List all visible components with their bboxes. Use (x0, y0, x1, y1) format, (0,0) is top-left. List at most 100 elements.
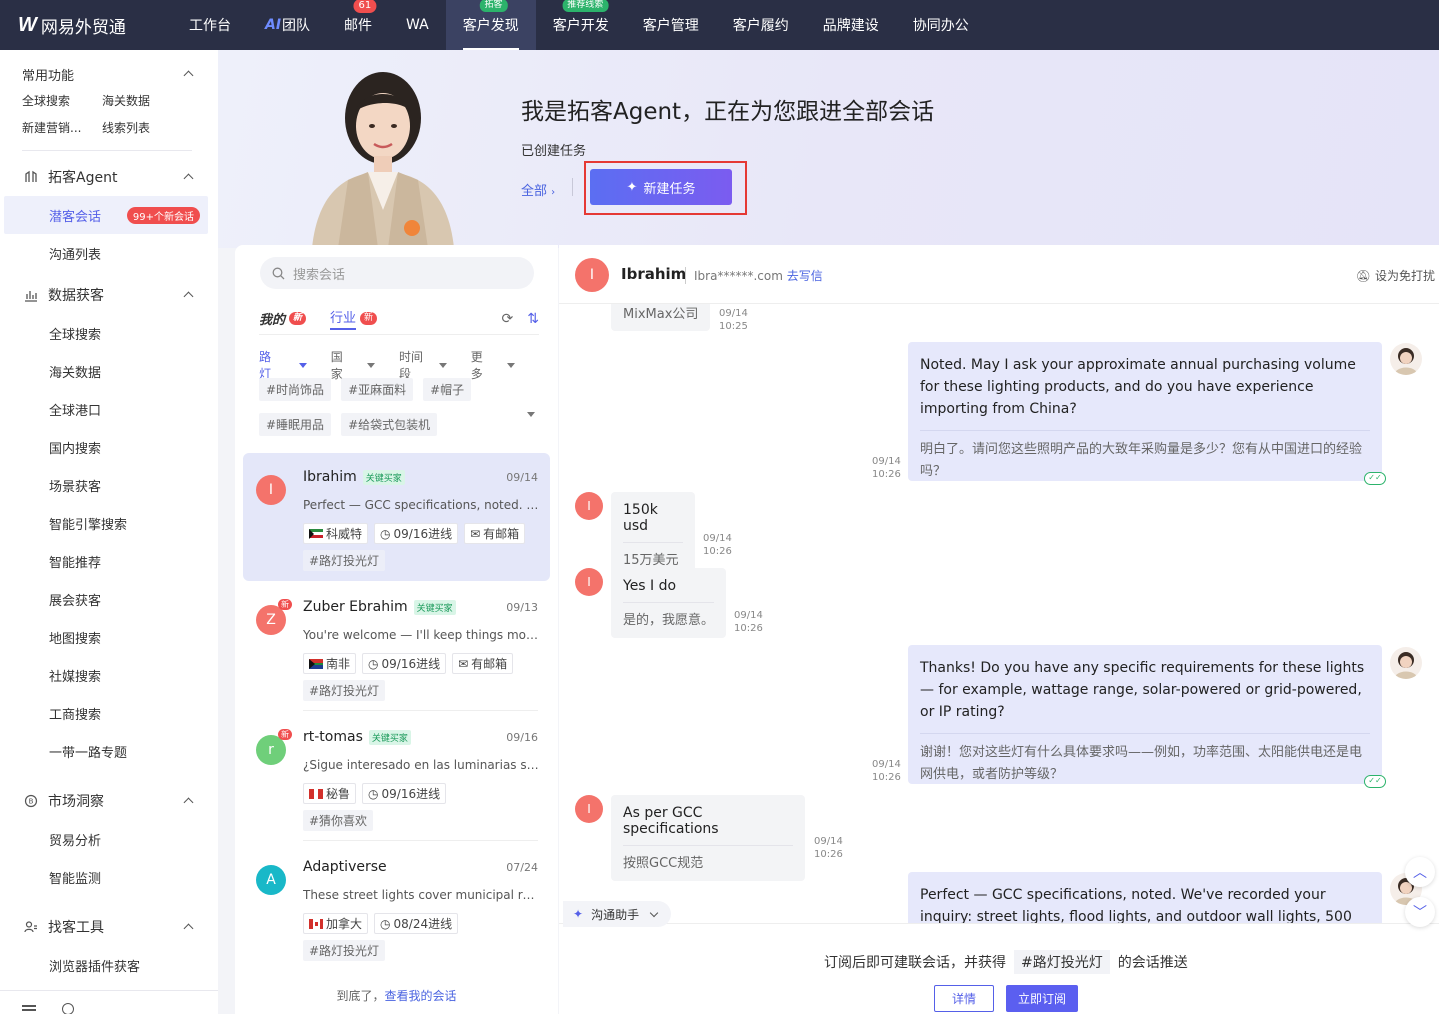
country-badge: 加拿大 (303, 913, 369, 934)
assistant-label: 沟通助手 (591, 907, 640, 922)
search-input[interactable]: 搜索会话 (260, 257, 534, 289)
industry-tag[interactable]: #亚麻面料 (341, 378, 414, 401)
sidebar-item-data-10[interactable]: 工商搜索 (0, 694, 218, 732)
filter-country[interactable]: 国家 (331, 348, 375, 382)
sidebar-item-data-8[interactable]: 地图搜索 (0, 618, 218, 656)
expand-tags-icon[interactable] (521, 412, 535, 432)
write-email-link[interactable]: 去写信 (787, 269, 823, 283)
nav-customer-fulfillment[interactable]: 客户履约 (716, 0, 806, 50)
conversation-item[interactable]: r新 rt-tomas 关键买家 09/16 ¿Sigue interesado … (243, 713, 550, 841)
nav-label: 客户发现 (462, 18, 519, 34)
sidebar-group-data[interactable]: 数据获客 (0, 276, 218, 314)
sidebar-item-data-11[interactable]: 一带一路专题 (0, 732, 218, 770)
sidebar-item-data-4[interactable]: 场景获客 (0, 466, 218, 504)
nav-customer-management[interactable]: 客户管理 (626, 0, 716, 50)
filter-label: 更多 (470, 350, 483, 381)
sidebar-item-market-0[interactable]: 贸易分析 (0, 820, 218, 858)
filter-time[interactable]: 时间段 (399, 348, 447, 382)
all-tasks-link[interactable]: 全部 › (521, 180, 555, 199)
chevron-up-icon (183, 291, 194, 302)
scroll-up-button[interactable]: ︿ (1405, 857, 1435, 887)
quick-link[interactable]: 全球搜索 (22, 92, 102, 109)
sidebar-group-market[interactable]: B 市场洞察 (0, 782, 218, 820)
tab-label: 我的 (259, 313, 286, 328)
nav-brand-building[interactable]: 品牌建设 (806, 0, 896, 50)
clock-icon: ◷ (368, 656, 379, 671)
detail-button[interactable]: 详情 (934, 985, 994, 1012)
subscribe-button[interactable]: 立即订阅 (1006, 985, 1078, 1012)
sidebar-item-data-7[interactable]: 展会获客 (0, 580, 218, 618)
industry-tag[interactable]: #睡眠用品 (259, 413, 332, 436)
clock-icon: ◷ (368, 786, 379, 801)
industry-tag[interactable]: #帽子 (423, 378, 472, 401)
sidebar-item-data-3[interactable]: 国内搜索 (0, 428, 218, 466)
subscribe-text: 的会话推送 (1117, 955, 1188, 971)
key-buyer-badge: 关键买家 (362, 469, 405, 485)
new-task-button[interactable]: ✦ 新建任务 (590, 169, 732, 205)
sidebar-item-prospect-sessions[interactable]: 潜客会话 99+个新会话 (4, 196, 208, 234)
nav-label: 客户管理 (642, 18, 699, 34)
sidebar-item-data-0[interactable]: 全球搜索 (0, 314, 218, 352)
new-sessions-badge: 99+个新会话 (126, 206, 200, 224)
conversation-item[interactable]: Z新 Zuber Ebrahim 关键买家 09/13 You're welcom… (243, 583, 550, 711)
nav-customer-development[interactable]: 客户开发 推荐线索 (536, 0, 626, 50)
conversation-item[interactable]: I Ibrahim 关键买家 09/14 Perfect — GCC specif… (243, 453, 550, 581)
sort-icon[interactable]: ⇅ (527, 311, 539, 327)
contact-avatar: A (256, 865, 286, 895)
sidebar-group-label: 市场洞察 (48, 794, 104, 810)
new-task-label: 新建任务 (643, 181, 696, 197)
chevron-down-icon (649, 908, 659, 917)
nav-mail[interactable]: 邮件 61 (327, 0, 389, 50)
sidebar-item-market-1[interactable]: 智能监测 (0, 858, 218, 896)
view-my-sessions-link[interactable]: 查看我的会话 (385, 989, 457, 1003)
sidebar-common-header[interactable]: 常用功能 (0, 62, 218, 86)
quick-link[interactable]: 线索列表 (102, 119, 192, 136)
communication-assistant-toggle[interactable]: ✦ 沟通助手 (563, 901, 672, 927)
outgoing-message: Noted. May I ask your approximate annual… (908, 342, 1382, 481)
logo-mark-icon: W (18, 13, 37, 36)
settings-icon[interactable] (62, 1003, 74, 1014)
mail-icon: ✉ (458, 656, 469, 671)
tab-industry[interactable]: 行业新 (330, 307, 378, 330)
sidebar-item-data-1[interactable]: 海关数据 (0, 352, 218, 390)
nav-collaboration[interactable]: 协同办公 (896, 0, 986, 50)
nav-ai-team[interactable]: AI 团队 (248, 0, 327, 50)
do-not-disturb-button[interactable]: 🔕︎ 设为免打扰 (1356, 267, 1435, 284)
sidebar-item-data-5[interactable]: 智能引擎搜索 (0, 504, 218, 542)
country-name: 加拿大 (326, 917, 363, 931)
refresh-icon[interactable]: ⟳ (502, 311, 514, 327)
brand-logo[interactable]: W 网易外贸通 (0, 13, 172, 38)
sidebar-item-data-6[interactable]: 智能推荐 (0, 542, 218, 580)
message-text: As per GCC specifications (623, 805, 719, 837)
conversation-list-panel: 搜索会话 我的新 行业新 ⟳ ⇅ 路灯 国家 时间段 更多 #时尚饰品 #亚麻面… (235, 245, 558, 1014)
industry-tag[interactable]: #时尚饰品 (259, 378, 332, 401)
follow-date: 09/16进线 (381, 657, 441, 671)
mail-unread-badge: 61 (353, 0, 377, 13)
conversation-item[interactable]: A Adaptiverse 07/24 These street lights … (243, 843, 550, 971)
nav-workbench[interactable]: 工作台 (172, 0, 248, 50)
chevron-up-icon (183, 797, 194, 808)
sidebar-item-communication-list[interactable]: 沟通列表 (0, 234, 218, 272)
menu-icon[interactable] (22, 1005, 36, 1007)
quick-link[interactable]: 海关数据 (102, 92, 192, 109)
filter-streetlight[interactable]: 路灯 (259, 348, 307, 382)
agent-avatar (1390, 343, 1422, 375)
message-date: 09/14 (814, 836, 843, 847)
tab-mine[interactable]: 我的新 (259, 309, 307, 328)
sidebar-item-browser-plugin[interactable]: 浏览器插件获客 (0, 946, 218, 984)
filter-more[interactable]: 更多 (471, 348, 515, 382)
nav-wa[interactable]: WA (389, 0, 446, 50)
quick-link[interactable]: 新建营销... (22, 119, 102, 136)
industry-tag[interactable]: #给袋式包装机 (341, 413, 438, 436)
conversation-date: 09/14 (506, 471, 538, 484)
message-timestamp: 09/14 10:26 (814, 835, 843, 861)
sidebar-item-label: 国内搜索 (49, 441, 102, 457)
scroll-down-button[interactable]: ﹀ (1405, 897, 1435, 927)
message-translation: MixMax公司 (623, 307, 699, 322)
nav-customer-discovery[interactable]: 客户发现 拓客 (445, 0, 536, 50)
sidebar-item-data-2[interactable]: 全球港口 (0, 390, 218, 428)
sidebar-group-agent[interactable]: 拓客Agent (0, 158, 218, 196)
sidebar-group-tools[interactable]: 找客工具 (0, 908, 218, 946)
sidebar-item-label: 展会获客 (49, 593, 102, 609)
sidebar-item-data-9[interactable]: 社媒搜索 (0, 656, 218, 694)
